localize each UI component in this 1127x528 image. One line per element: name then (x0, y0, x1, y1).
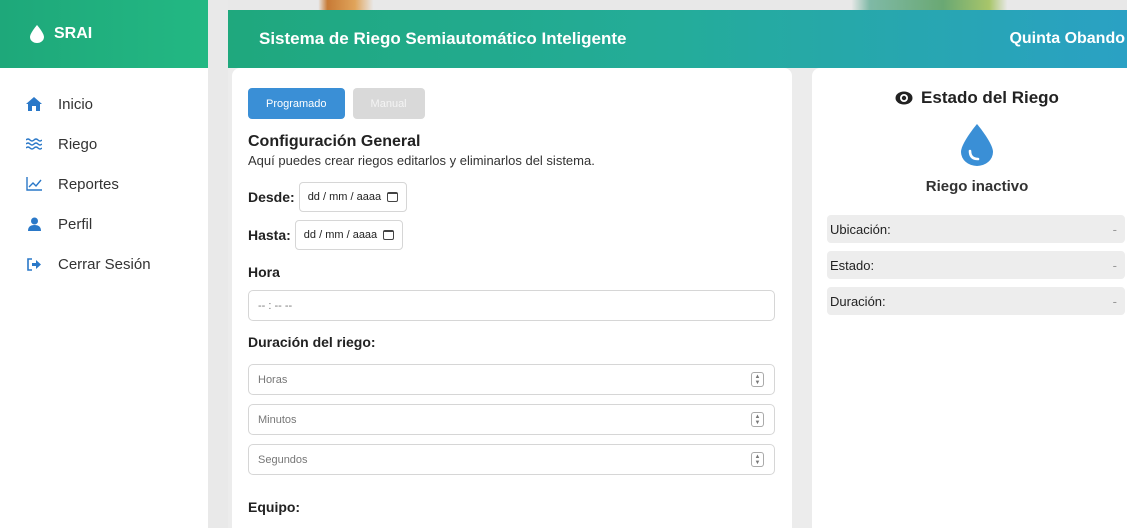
info-value: - (1112, 293, 1117, 309)
spinner-icon[interactable]: ▲ ▼ (751, 452, 764, 467)
section-description: Aquí puedes crear riegos editarlos y eli… (248, 153, 595, 168)
sidebar-nav: Inicio Riego Reportes Perfil Cerrar Sesi… (0, 68, 208, 284)
header: Sistema de Riego Semiautomático Intelige… (228, 10, 1127, 68)
sidebar-item-label: Riego (58, 135, 98, 153)
segundos-input[interactable]: Segundos ▲ ▼ (248, 444, 775, 475)
spinner-icon[interactable]: ▲ ▼ (751, 412, 764, 427)
water-drop-icon (30, 25, 44, 43)
chart-line-icon (26, 176, 42, 192)
brand[interactable]: SRAI (0, 0, 208, 68)
hasta-date-value: dd / mm / aaaa (303, 229, 378, 241)
desde-label: Desde: (248, 189, 295, 205)
info-label: Ubicación: (830, 221, 891, 237)
sidebar-item-label: Cerrar Sesión (58, 255, 151, 273)
home-icon (26, 96, 42, 112)
horas-placeholder: Horas (258, 373, 288, 386)
calendar-icon[interactable] (387, 192, 399, 202)
tab-manual[interactable]: Manual (352, 88, 425, 119)
status-panel-title: Estado del Riego (827, 88, 1127, 108)
desde-date-input[interactable]: dd / mm / aaaa (298, 182, 408, 212)
duration-fields: Horas ▲ ▼ Minutos ▲ ▼ Segundos ▲ ▼ (248, 364, 776, 475)
sidebar-item-inicio[interactable]: Inicio (0, 84, 208, 124)
minutos-input[interactable]: Minutos ▲ ▼ (248, 404, 775, 435)
info-label: Duración: (830, 293, 886, 309)
info-value: - (1112, 221, 1117, 237)
sidebar: SRAI Inicio Riego Reportes Perfil Cerrar… (0, 0, 208, 528)
status-panel: Estado del Riego Riego inactivo Ubicació… (812, 68, 1127, 528)
water-waves-icon (26, 136, 42, 152)
eye-icon (895, 91, 913, 105)
equipo-label: Equipo: (248, 499, 301, 515)
sidebar-item-riego[interactable]: Riego (0, 124, 208, 164)
info-label: Estado: (830, 257, 875, 273)
hasta-label: Hasta: (248, 227, 291, 243)
water-drop-icon (827, 124, 1127, 166)
horas-input[interactable]: Horas ▲ ▼ (248, 364, 775, 395)
irrigation-form-card: Programado Manual Configuración General … (232, 68, 792, 528)
tab-programado[interactable]: Programado (248, 88, 345, 119)
sidebar-item-perfil[interactable]: Perfil (0, 204, 208, 244)
segundos-placeholder: Segundos (258, 453, 308, 466)
sign-out-icon (26, 256, 42, 272)
minutos-placeholder: Minutos (258, 413, 297, 426)
sidebar-item-label: Reportes (58, 175, 119, 193)
hora-time-input[interactable]: -- : -- -- (248, 290, 775, 321)
sidebar-item-label: Inicio (58, 95, 94, 113)
hora-label: Hora (248, 264, 280, 280)
duracion-label: Duración del riego: (248, 334, 376, 350)
header-background-strip (208, 0, 1127, 10)
section-title: Configuración General (248, 133, 421, 150)
sidebar-item-cerrar-sesion[interactable]: Cerrar Sesión (0, 244, 208, 284)
brand-name: SRAI (54, 25, 93, 42)
hora-time-value: -- : -- -- (258, 299, 293, 312)
user-icon (26, 216, 42, 232)
desde-row: Desde: dd / mm / aaaa (248, 182, 776, 212)
spinner-icon[interactable]: ▲ ▼ (751, 372, 764, 387)
hasta-date-input[interactable]: dd / mm / aaaa (294, 220, 404, 250)
page-title: Sistema de Riego Semiautomático Intelige… (259, 29, 627, 48)
sidebar-item-label: Perfil (58, 215, 93, 233)
irrigation-status-text: Riego inactivo (925, 178, 1029, 195)
hasta-row: Hasta: dd / mm / aaaa (248, 220, 776, 250)
sidebar-item-reportes[interactable]: Reportes (0, 164, 208, 204)
info-row-duracion: Duración: - (827, 287, 1125, 315)
status-info-list: Ubicación: - Estado: - Duración: - (827, 215, 1125, 315)
status-title-text: Estado del Riego (921, 88, 1059, 107)
desde-date-value: dd / mm / aaaa (307, 191, 382, 203)
info-row-ubicacion: Ubicación: - (827, 215, 1125, 243)
user-name[interactable]: Quinta Obando (1009, 30, 1127, 48)
content-gutter (208, 0, 228, 528)
mode-tabs: Programado Manual (248, 88, 776, 119)
info-row-estado: Estado: - (827, 251, 1125, 279)
info-value: - (1112, 257, 1117, 273)
calendar-icon[interactable] (383, 230, 395, 240)
